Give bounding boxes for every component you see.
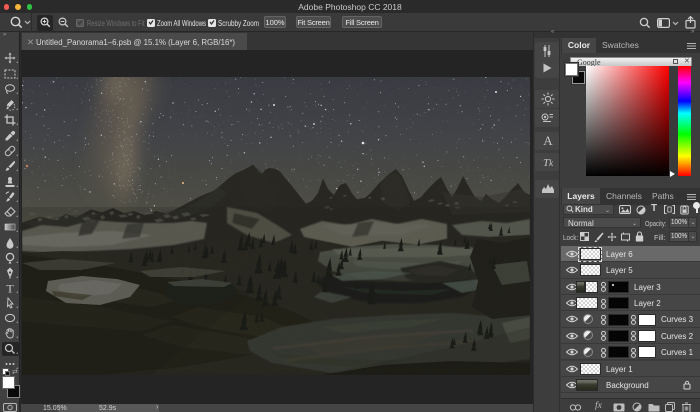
svg-text:T: T xyxy=(6,282,14,294)
